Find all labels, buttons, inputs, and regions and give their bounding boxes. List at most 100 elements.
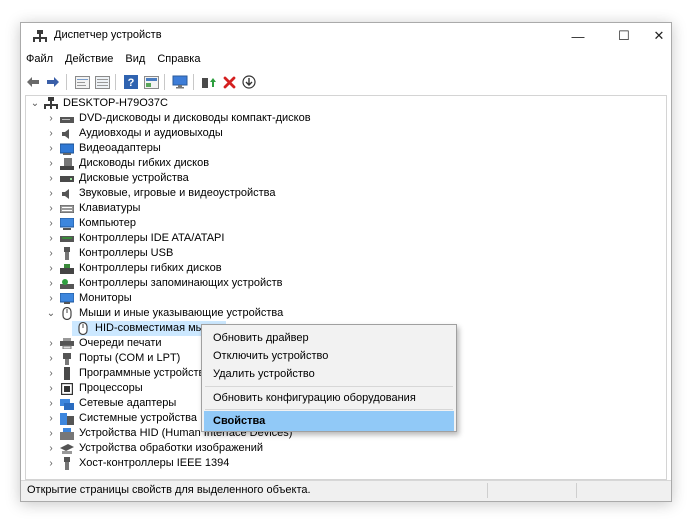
tree-item[interactable]: › Контроллеры запоминающих устройств <box>46 276 282 291</box>
tree-item-label: Порты (COM и LPT) <box>79 352 181 364</box>
printer-icon <box>59 337 75 350</box>
menu-file[interactable]: Файл <box>21 49 59 69</box>
chevron-right-icon[interactable]: › <box>46 216 56 231</box>
tree-item-mice[interactable]: ⌄ Мыши и иные указывающие устройства <box>46 306 283 321</box>
tree-item[interactable]: › Контроллеры USB <box>46 246 173 261</box>
tree-item[interactable]: › Хост-контроллеры IEEE 1394 <box>46 456 229 471</box>
tree-item-label: Контроллеры запоминающих устройств <box>79 277 283 289</box>
chevron-down-icon[interactable]: ⌄ <box>30 96 40 111</box>
tree-root-label: DESKTOP-H79O37C <box>63 97 168 109</box>
chevron-right-icon[interactable]: › <box>46 426 56 441</box>
chevron-right-icon[interactable]: › <box>46 366 56 381</box>
chevron-right-icon[interactable]: › <box>46 276 56 291</box>
chevron-down-icon[interactable]: ⌄ <box>46 306 56 321</box>
disk-drive-icon <box>59 172 75 185</box>
scan-hardware-icon[interactable] <box>172 74 188 90</box>
properties-icon[interactable] <box>74 74 90 90</box>
close-button[interactable]: ✕ <box>647 23 671 49</box>
tree-item-label: Контроллеры IDE ATA/ATAPI <box>79 232 225 244</box>
tree-item-label: Компьютер <box>79 217 136 229</box>
chevron-right-icon[interactable]: › <box>46 171 56 186</box>
context-disable-device[interactable]: Отключить устройство <box>204 346 454 366</box>
hid-device-icon <box>59 427 75 440</box>
ide-controller-icon <box>59 232 75 245</box>
help-icon[interactable]: ? <box>123 74 139 90</box>
device-manager-icon <box>32 29 48 43</box>
tree-item[interactable]: › Контроллеры гибких дисков <box>46 261 221 276</box>
chevron-right-icon[interactable]: › <box>46 396 56 411</box>
update-driver-icon[interactable] <box>201 74 217 90</box>
disable-icon[interactable] <box>241 74 257 90</box>
status-divider <box>576 483 577 498</box>
tree-item[interactable]: › Порты (COM и LPT) <box>46 351 180 366</box>
network-adapter-icon <box>59 397 75 410</box>
context-properties[interactable]: Свойства <box>204 411 454 431</box>
chevron-right-icon[interactable]: › <box>46 156 56 171</box>
forward-icon[interactable] <box>45 74 61 90</box>
usb-icon <box>59 247 75 260</box>
tree-item[interactable]: › Дисководы гибких дисков <box>46 156 209 171</box>
device-manager-window: Диспетчер устройств — ☐ ✕ Файл Действие … <box>20 22 672 502</box>
chevron-right-icon[interactable]: › <box>46 141 56 156</box>
chevron-right-icon[interactable]: › <box>46 336 56 351</box>
tree-item-label: Очереди печати <box>79 337 162 349</box>
tree-item[interactable]: › Мониторы <box>46 291 132 306</box>
context-uninstall-device[interactable]: Удалить устройство <box>204 364 454 384</box>
tree-item[interactable]: › Очереди печати <box>46 336 162 351</box>
tree-item[interactable]: › Устройства обработки изображений <box>46 441 263 456</box>
chevron-right-icon[interactable]: › <box>46 381 56 396</box>
chevron-right-icon[interactable]: › <box>46 201 56 216</box>
tree-item-label: Видеоадаптеры <box>79 142 161 154</box>
tree-item[interactable]: › Аудиовходы и аудиовыходы <box>46 126 223 141</box>
sound-video-icon <box>59 187 75 200</box>
status-text: Открытие страницы свойств для выделенног… <box>27 484 311 496</box>
imaging-device-icon <box>59 442 75 455</box>
chevron-right-icon[interactable]: › <box>46 441 56 456</box>
menu-view[interactable]: Вид <box>119 49 151 69</box>
context-update-driver[interactable]: Обновить драйвер <box>204 328 454 348</box>
chevron-right-icon[interactable]: › <box>46 291 56 306</box>
context-item-label: Обновить конфигурацию оборудования <box>213 392 416 404</box>
floppy-drive-icon <box>59 157 75 170</box>
chevron-right-icon[interactable]: › <box>46 126 56 141</box>
chevron-right-icon[interactable]: › <box>46 456 56 471</box>
tree-item-label: Контроллеры USB <box>79 247 174 259</box>
uninstall-icon[interactable] <box>221 74 237 90</box>
chevron-right-icon[interactable]: › <box>46 186 56 201</box>
tree-item[interactable]: › Процессоры <box>46 381 143 396</box>
tree-item-label: Звуковые, игровые и видеоустройства <box>79 187 276 199</box>
tree-item[interactable]: › Дисковые устройства <box>46 171 188 186</box>
menu-help[interactable]: Справка <box>151 49 206 69</box>
tree-item-label: Устройства обработки изображений <box>79 442 264 454</box>
tree-item[interactable]: › Сетевые адаптеры <box>46 396 176 411</box>
chevron-right-icon[interactable]: › <box>46 231 56 246</box>
port-icon <box>59 352 75 365</box>
close-icon: ✕ <box>653 28 665 43</box>
menu-action[interactable]: Действие <box>59 49 119 69</box>
tree-item-label: Процессоры <box>79 382 143 394</box>
toolbar-separator <box>66 74 67 90</box>
tree-item[interactable]: › Видеоадаптеры <box>46 141 161 156</box>
chevron-right-icon[interactable]: › <box>46 111 56 126</box>
tree-item-label: Хост-контроллеры IEEE 1394 <box>79 457 230 469</box>
maximize-button[interactable]: ☐ <box>601 23 647 49</box>
back-icon[interactable] <box>25 74 41 90</box>
view-icon[interactable] <box>143 74 159 90</box>
chevron-right-icon[interactable]: › <box>46 261 56 276</box>
chevron-right-icon[interactable]: › <box>46 411 56 426</box>
minimize-button[interactable]: — <box>555 23 601 49</box>
context-scan-hardware[interactable]: Обновить конфигурацию оборудования <box>204 388 454 408</box>
tree-item[interactable]: › DVD-дисководы и дисководы компакт-диск… <box>46 111 310 126</box>
tree-root[interactable]: ⌄ DESKTOP-H79O37C <box>30 96 168 111</box>
tree-item[interactable]: › Клавиатуры <box>46 201 140 216</box>
floppy-controller-icon <box>59 262 75 275</box>
tree-item[interactable]: › Звуковые, игровые и видеоустройства <box>46 186 276 201</box>
tree-item[interactable]: › Компьютер <box>46 216 136 231</box>
update-list-icon[interactable] <box>94 74 110 90</box>
chevron-right-icon[interactable]: › <box>46 351 56 366</box>
tree-item[interactable]: › Системные устройства <box>46 411 197 426</box>
chevron-right-icon[interactable]: › <box>46 246 56 261</box>
dvd-drive-icon <box>59 112 75 125</box>
tree-item[interactable]: › Контроллеры IDE ATA/ATAPI <box>46 231 224 246</box>
tree-item[interactable]: › Программные устройства <box>46 366 210 381</box>
